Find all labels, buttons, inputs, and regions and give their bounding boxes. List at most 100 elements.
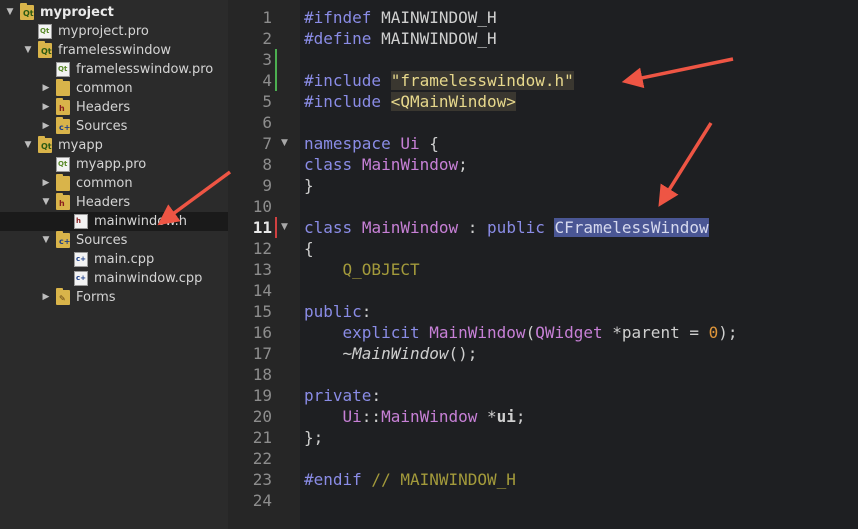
- code-line-2: #define MAINWINDOW_H: [304, 29, 497, 48]
- tree-item-main-cpp[interactable]: c+ main.cpp: [0, 250, 228, 269]
- tree-item-myproject[interactable]: ▼ Qt myproject: [0, 3, 228, 22]
- line-number: 19: [252, 386, 272, 405]
- collapse-arrow-icon[interactable]: ▼: [40, 231, 52, 250]
- tree-item-framelesswindow[interactable]: ▼ Qt framelesswindow: [0, 41, 228, 60]
- tree-item-label: myproject.pro: [58, 24, 149, 39]
- cpp-file-icon: c+: [74, 271, 88, 286]
- qt-project-folder-icon: Qt: [38, 136, 52, 153]
- collapse-arrow-icon[interactable]: ▼: [22, 41, 34, 60]
- tree-item-label: Forms: [76, 290, 116, 305]
- sources-folder-icon: c+: [56, 117, 70, 134]
- tree-item-myapp-pro[interactable]: Qt myapp.pro: [0, 155, 228, 174]
- line-number: 15: [252, 302, 272, 321]
- tree-item-headers[interactable]: ▶ h Headers: [0, 98, 228, 117]
- expand-arrow-icon[interactable]: ▶: [40, 117, 52, 136]
- tree-item-label: Sources: [76, 119, 128, 134]
- include-framelesswindow-string: "framelesswindow.h": [390, 71, 574, 90]
- code-line-20: Ui::MainWindow *ui;: [342, 407, 526, 426]
- sources-folder-icon: c+: [56, 231, 70, 248]
- change-marker: [275, 70, 277, 91]
- line-number: 16: [252, 323, 272, 342]
- tree-item-myapp[interactable]: ▼ Qt myapp: [0, 136, 228, 155]
- qt-project-folder-icon: Qt: [38, 41, 52, 58]
- line-number: 10: [252, 197, 272, 216]
- tree-item-common[interactable]: ▶ common: [0, 79, 228, 98]
- tree-item-label: Headers: [76, 195, 131, 210]
- fold-marker-icon[interactable]: ▼: [281, 217, 291, 238]
- pro-file-icon: Qt: [38, 24, 52, 39]
- collapse-arrow-icon[interactable]: ▼: [4, 3, 16, 22]
- expand-arrow-icon[interactable]: ▶: [40, 98, 52, 117]
- tree-item-mainwindow-h[interactable]: h mainwindow.h: [0, 212, 228, 231]
- code-line-15: public:: [304, 302, 372, 321]
- pro-file-icon: Qt: [56, 157, 70, 172]
- code-line-19: private:: [304, 386, 382, 405]
- line-number: 23: [252, 470, 272, 489]
- code-line-8: class MainWindow;: [304, 155, 468, 174]
- tree-item-common[interactable]: ▶ common: [0, 174, 228, 193]
- tree-item-sources[interactable]: ▶ c+ Sources: [0, 117, 228, 136]
- cpp-file-icon: c+: [74, 252, 88, 267]
- tree-item-label: myapp.pro: [76, 157, 147, 172]
- expand-arrow-icon[interactable]: ▶: [40, 79, 52, 98]
- code-line-7: namespace Ui {: [304, 134, 439, 153]
- pro-file-icon: Qt: [56, 62, 70, 77]
- code-editor[interactable]: #ifndef MAINWINDOW_H #define MAINWINDOW_…: [300, 0, 858, 529]
- code-line-23: #endif // MAINWINDOW_H: [304, 470, 516, 489]
- tree-item-label: myproject: [40, 5, 114, 20]
- project-tree: ▼ Qt myproject Qt myproject.pro ▼ Qt framelessw…: [0, 0, 228, 529]
- code-line-16: explicit MainWindow(QWidget *parent = 0)…: [342, 323, 738, 342]
- collapse-arrow-icon[interactable]: ▼: [22, 136, 34, 155]
- code-line-9: }: [304, 176, 314, 195]
- code-line-1: #ifndef MAINWINDOW_H: [304, 8, 497, 27]
- code-line-12: {: [304, 239, 314, 258]
- line-number: 22: [252, 449, 272, 468]
- code-line-13: Q_OBJECT: [342, 260, 420, 279]
- line-number: 11: [252, 218, 272, 237]
- change-marker: [275, 217, 277, 238]
- line-number: 2: [262, 29, 272, 48]
- expand-arrow-icon[interactable]: ▶: [40, 288, 52, 307]
- tree-item-label: Sources: [76, 233, 128, 248]
- line-number: 18: [252, 365, 272, 384]
- tree-item-myproject-pro[interactable]: Qt myproject.pro: [0, 22, 228, 41]
- tree-item-label: mainwindow.h: [94, 214, 187, 229]
- tree-item-label: myapp: [58, 138, 103, 153]
- tree-item-framelesswindow-pro[interactable]: Qt framelesswindow.pro: [0, 60, 228, 79]
- tree-item-label: mainwindow.cpp: [94, 271, 203, 286]
- tree-item-label: framelesswindow.pro: [76, 62, 214, 77]
- collapse-arrow-icon[interactable]: ▼: [40, 193, 52, 212]
- code-line-5: #include <QMainWindow>: [304, 92, 516, 111]
- code-line-17: ~MainWindow();: [342, 344, 478, 363]
- fold-marker-icon[interactable]: ▼: [281, 133, 291, 154]
- line-number: 3: [262, 50, 272, 69]
- line-number: 14: [252, 281, 272, 300]
- line-number: 7: [262, 134, 272, 153]
- header-file-icon: h: [74, 214, 88, 229]
- expand-arrow-icon[interactable]: ▶: [40, 174, 52, 193]
- line-number: 4: [262, 71, 272, 90]
- tree-item-label: common: [76, 81, 133, 96]
- line-number: 8: [262, 155, 272, 174]
- tree-item-sources[interactable]: ▼ c+ Sources: [0, 231, 228, 250]
- line-number: 9: [262, 176, 272, 195]
- code-line-4: #include "framelesswindow.h": [304, 71, 574, 90]
- line-number: 12: [252, 239, 272, 258]
- tree-item-forms[interactable]: ▶ ✎ Forms: [0, 288, 228, 307]
- forms-folder-icon: ✎: [56, 288, 70, 305]
- tree-item-label: main.cpp: [94, 252, 155, 267]
- code-line-11: class MainWindow : public CFramelessWind…: [304, 218, 709, 237]
- tree-item-headers[interactable]: ▼ h Headers: [0, 193, 228, 212]
- line-number: 5: [262, 92, 272, 111]
- tree-item-mainwindow-cpp[interactable]: c+ mainwindow.cpp: [0, 269, 228, 288]
- qt-project-folder-icon: Qt: [20, 3, 34, 20]
- line-number: 1: [262, 8, 272, 27]
- folder-icon: [56, 79, 70, 96]
- tree-item-label: common: [76, 176, 133, 191]
- base-class-highlight: CFramelessWindow: [554, 218, 709, 237]
- tree-item-label: framelesswindow: [58, 43, 172, 58]
- headers-folder-icon: h: [56, 193, 70, 210]
- headers-folder-icon: h: [56, 98, 70, 115]
- folder-icon: [56, 174, 70, 191]
- line-number: 24: [252, 491, 272, 510]
